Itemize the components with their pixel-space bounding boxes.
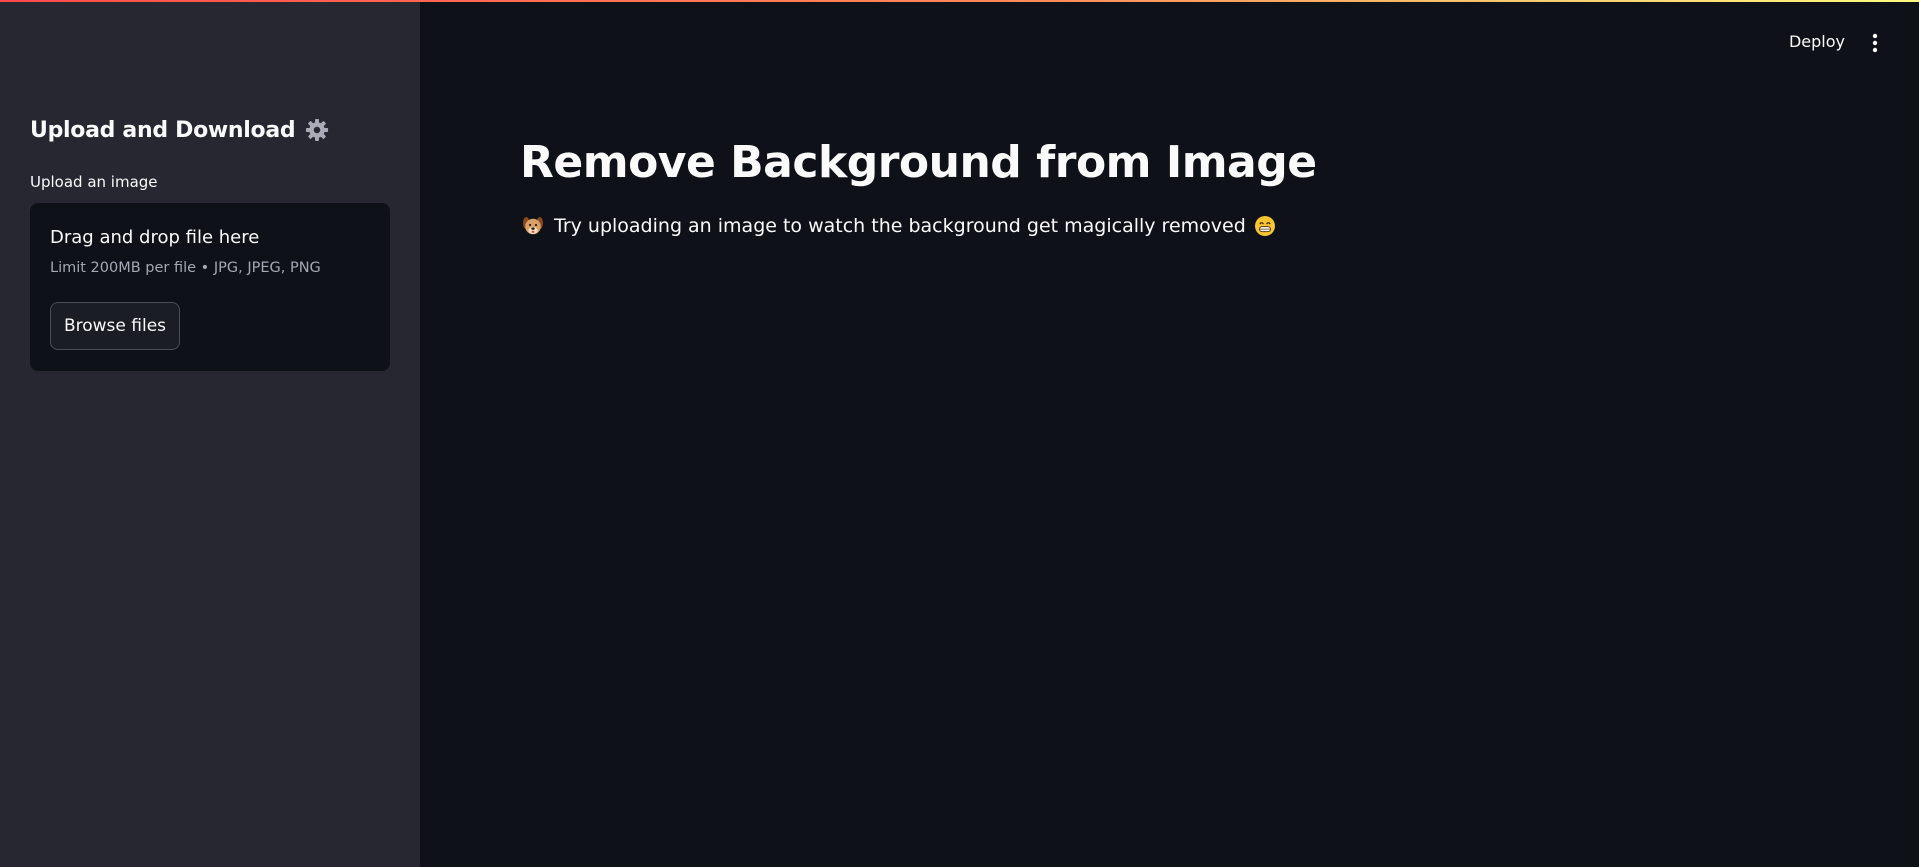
app-root: Upload and Download Upload an image Drag… [0,0,1919,867]
deploy-button[interactable]: Deploy [1785,30,1849,53]
top-accent-bar [0,0,1919,2]
browse-files-button[interactable]: Browse files [50,302,180,350]
file-limit-hint: Limit 200MB per file • JPG, JPEG, PNG [50,260,321,276]
gear-icon [304,117,330,143]
dog-face-emoji-icon [522,215,544,237]
file-dropzone[interactable]: Drag and drop file here Limit 200MB per … [30,203,390,371]
vertical-dots-icon [1865,33,1885,59]
upload-label: Upload an image [30,173,158,191]
sidebar: Upload and Download Upload an image Drag… [0,0,420,867]
grinning-face-emoji-icon [1254,215,1276,237]
sidebar-header: Upload and Download [30,117,330,143]
description-text: Try uploading an image to watch the back… [554,215,1246,237]
page-title: Remove Background from Image [520,137,1317,188]
main-menu-button[interactable] [1865,30,1885,56]
dropzone-instructions: Drag and drop file here [50,227,260,248]
sidebar-title: Upload and Download [30,117,296,143]
page-description: Try uploading an image to watch the back… [522,215,1276,237]
